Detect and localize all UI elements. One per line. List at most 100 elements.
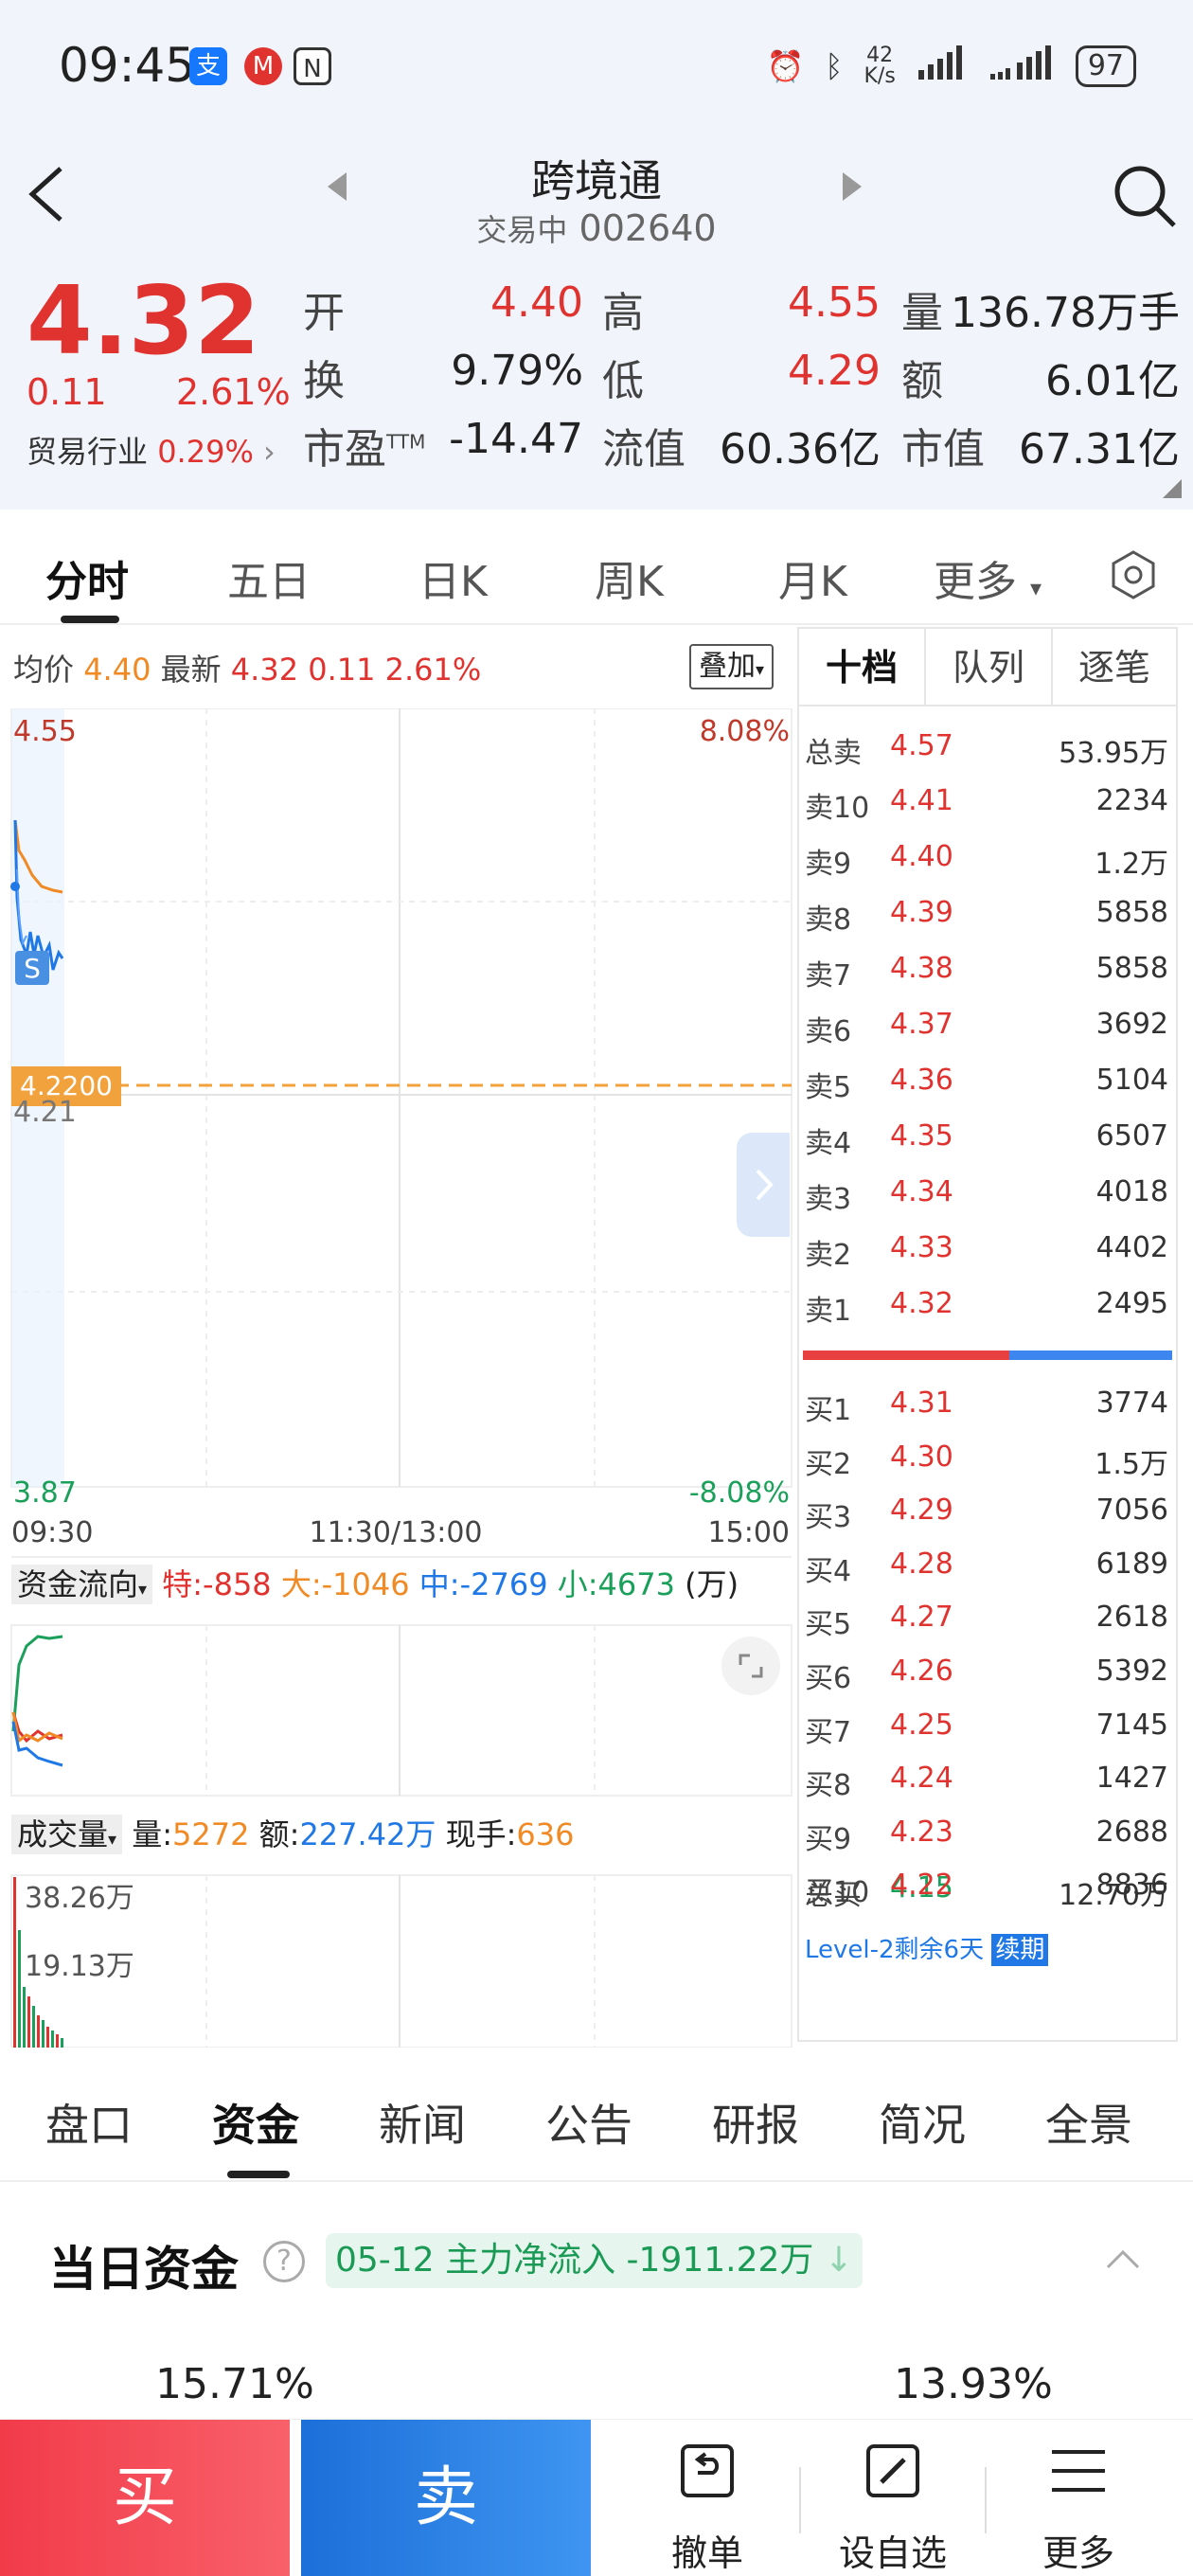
action-bar: 买 卖 撤单 设自选 更多: [0, 2419, 1193, 2576]
main-net-inflow-banner: 05-12 主力净流入 -1911.22万 ↓: [326, 2233, 864, 2288]
tab-queue[interactable]: 队列: [926, 629, 1053, 707]
ask-level-row[interactable]: 卖7 4.38 5858: [805, 952, 1172, 1008]
total-sell-row: 总卖 4.57 53.95万: [805, 729, 1168, 770]
field-value-low: 4.29: [788, 347, 881, 395]
field-value-amount: 6.01亿: [1045, 357, 1180, 405]
bid-level-row[interactable]: 买4 4.28 6189: [805, 1547, 1172, 1603]
s-marker-label: S: [24, 953, 41, 984]
bid-level-row[interactable]: 买6 4.26 5392: [805, 1655, 1172, 1710]
ask-level-row[interactable]: 卖6 4.37 3692: [805, 1008, 1172, 1064]
tab-research[interactable]: 研报: [712, 2091, 799, 2154]
quote-panel: 4.32 0.11 2.61% 贸易行业 0.29% › 开 4.40 换 9.…: [0, 265, 1193, 510]
bid-level-row[interactable]: 买1 4.31 3774: [805, 1386, 1172, 1442]
tab-ten-levels[interactable]: 十档: [799, 629, 926, 707]
price-change: 0.11: [27, 371, 107, 413]
y-bottom-pct-label: -8.08%: [689, 1476, 790, 1510]
next-stock-arrow-icon[interactable]: [841, 170, 864, 211]
level-label: 买6: [805, 1662, 852, 1695]
ask-level-row[interactable]: 卖2 4.33 4402: [805, 1231, 1172, 1287]
expand-corner-icon[interactable]: [1163, 479, 1182, 502]
volume-dropdown[interactable]: 成交量▾: [11, 1815, 123, 1854]
field-value-float-cap: 60.36亿: [720, 425, 881, 474]
funds-pct-left: 15.71%: [155, 2360, 314, 2408]
tab-overview[interactable]: 全景: [1045, 2091, 1132, 2154]
level-price: 4.29: [890, 1494, 953, 1528]
ask-level-row[interactable]: 卖1 4.32 2495: [805, 1287, 1172, 1343]
renew-button[interactable]: 续期: [991, 1934, 1049, 1966]
sell-button[interactable]: 卖: [301, 2420, 591, 2576]
y-top-label: 4.55: [13, 715, 77, 748]
field-label-low: 低: [602, 357, 644, 405]
detail-tabs: 盘口 资金 新闻 公告 研报 简况 全景: [0, 2053, 1193, 2182]
help-icon[interactable]: ?: [263, 2241, 305, 2282]
level-price: 4.38: [890, 952, 953, 985]
fullscreen-button[interactable]: [721, 1637, 780, 1695]
level-volume: 2688: [1095, 1815, 1168, 1849]
cancel-order-button[interactable]: 撤单: [617, 2420, 797, 2576]
level-volume: 5104: [1095, 1064, 1168, 1097]
tab-handicap[interactable]: 盘口: [45, 2091, 133, 2154]
level-price: 4.36: [890, 1064, 953, 1097]
bid-level-row[interactable]: 买3 4.29 7056: [805, 1494, 1172, 1549]
buy-button[interactable]: 买: [0, 2420, 290, 2576]
more-button[interactable]: 更多: [988, 2420, 1168, 2576]
tab-announcements[interactable]: 公告: [545, 2091, 632, 2154]
collapse-chevron-icon[interactable]: [1104, 2241, 1142, 2280]
tab-five-day[interactable]: 五日: [227, 547, 311, 608]
ask-level-row[interactable]: 卖10 4.41 2234: [805, 784, 1172, 840]
field-label-volume: 量: [901, 289, 943, 337]
tab-more[interactable]: 更多 ▾: [934, 547, 1042, 608]
search-button[interactable]: [1110, 161, 1178, 229]
add-watchlist-button[interactable]: 设自选: [803, 2420, 983, 2576]
bid-level-row[interactable]: 买8 4.24 1427: [805, 1762, 1172, 1817]
bid-level-row[interactable]: 买10 4.22 8836: [805, 1869, 1172, 1924]
vol-y-top-label: 38.26万: [25, 1882, 134, 1915]
ask-level-row[interactable]: 卖3 4.34 4018: [805, 1175, 1172, 1231]
bid-ask-ratio-bar: [803, 1351, 1172, 1360]
tab-profile[interactable]: 简况: [879, 2091, 966, 2154]
level-volume: 5392: [1095, 1655, 1168, 1688]
alipay-icon: 支: [189, 47, 227, 85]
chevron-right-icon: [756, 1169, 774, 1201]
level-volume: 8836: [1095, 1869, 1168, 1903]
tab-weekly-k[interactable]: 周K: [595, 547, 664, 608]
tab-funds[interactable]: 资金: [212, 2091, 299, 2154]
level-price: 4.26: [890, 1655, 953, 1688]
tab-tick-by-tick[interactable]: 逐笔: [1053, 629, 1176, 707]
bid-level-row[interactable]: 买9 4.23 2688: [805, 1816, 1172, 1871]
bid-level-row[interactable]: 买2 4.30 1.5万: [805, 1440, 1172, 1496]
order-book-tabs: 十档 队列 逐笔: [799, 629, 1176, 707]
tab-daily-k[interactable]: 日K: [418, 547, 488, 608]
level-price: 4.28: [890, 1547, 953, 1581]
bid-level-row[interactable]: 买5 4.27 2618: [805, 1601, 1172, 1656]
stock-header: 跨境通 交易中 002640: [0, 142, 1193, 265]
fund-flow-dropdown[interactable]: 资金流向▾: [11, 1565, 153, 1604]
ask-level-row[interactable]: 卖8 4.39 5858: [805, 896, 1172, 952]
status-time: 09:45: [59, 38, 196, 93]
chart-settings-icon[interactable]: [1108, 549, 1159, 604]
overlay-dropdown[interactable]: 叠加▾: [689, 644, 775, 689]
stock-name: 跨境通: [531, 155, 662, 206]
level-price: 4.39: [890, 896, 953, 929]
level-volume: 6507: [1095, 1119, 1168, 1153]
tab-monthly-k[interactable]: 月K: [778, 547, 847, 608]
level-price: 4.41: [890, 784, 953, 817]
status-bar: 09:45 支 M N ⏰ ᛒ 42 K/s 97: [0, 0, 1193, 142]
level-price: 4.31: [890, 1386, 953, 1420]
ask-level-row[interactable]: 卖4 4.35 6507: [805, 1119, 1172, 1175]
stock-status-code: 交易中 002640: [476, 207, 717, 249]
level-price: 4.34: [890, 1175, 953, 1208]
chart-side-handle[interactable]: [737, 1133, 790, 1237]
level-price: 4.37: [890, 1008, 953, 1041]
level-label: 卖10: [805, 792, 870, 825]
tab-intraday[interactable]: 分时: [45, 547, 129, 608]
bid-level-row[interactable]: 买7 4.25 7145: [805, 1708, 1172, 1764]
field-value-open: 4.40: [490, 278, 583, 327]
level-volume: 4018: [1095, 1175, 1168, 1208]
ask-level-row[interactable]: 卖9 4.40 1.2万: [805, 840, 1172, 896]
level-label: 卖9: [805, 848, 852, 881]
industry-link[interactable]: 贸易行业 0.29% ›: [27, 428, 276, 472]
prev-stock-arrow-icon[interactable]: [326, 170, 348, 211]
tab-news[interactable]: 新闻: [379, 2091, 466, 2154]
ask-level-row[interactable]: 卖5 4.36 5104: [805, 1064, 1172, 1119]
